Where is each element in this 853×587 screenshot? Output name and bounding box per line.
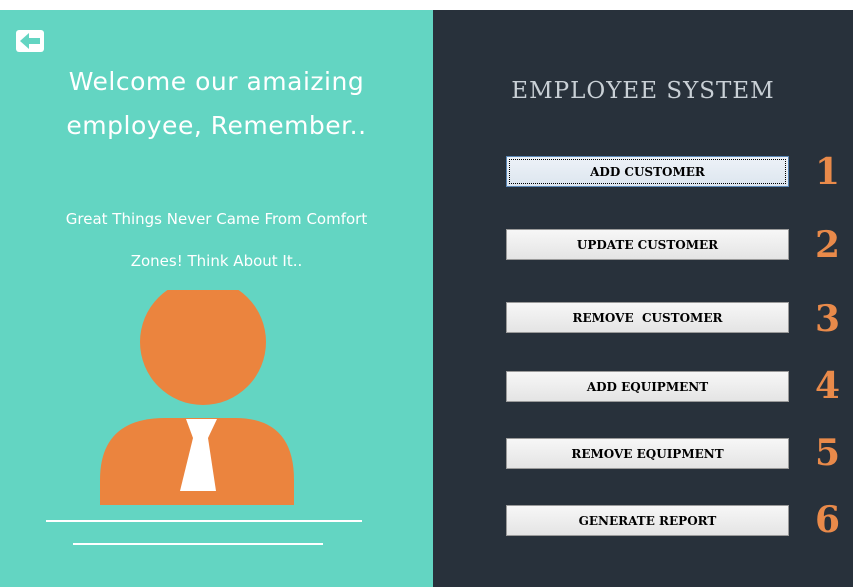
- employee-avatar-icon: [100, 290, 294, 505]
- divider-line-1: [46, 520, 362, 522]
- step-number-4: 4: [815, 365, 841, 407]
- add-customer-button[interactable]: ADD CUSTOMER: [506, 156, 789, 187]
- motivational-quote: Great Things Never Came From Comfort Zon…: [0, 198, 433, 282]
- system-title: EMPLOYEE SYSTEM: [511, 78, 775, 104]
- back-arrow-icon: [16, 30, 44, 52]
- generate-report-button[interactable]: GENERATE REPORT: [506, 505, 789, 536]
- update-customer-button[interactable]: UPDATE CUSTOMER: [506, 229, 789, 260]
- quote-line-2: Zones! Think About It..: [130, 252, 303, 270]
- welcome-line-2: employee, Remember..: [66, 111, 367, 140]
- step-number-2: 2: [815, 224, 841, 266]
- add-equipment-button[interactable]: ADD EQUIPMENT: [506, 371, 789, 402]
- step-number-6: 6: [815, 499, 841, 541]
- welcome-line-1: Welcome our amaizing: [68, 67, 365, 96]
- welcome-heading: Welcome our amaizing employee, Remember.…: [0, 60, 433, 148]
- divider-line-2: [73, 543, 323, 545]
- remove-customer-button[interactable]: REMOVE CUSTOMER: [506, 302, 789, 333]
- step-number-5: 5: [815, 432, 841, 474]
- step-number-3: 3: [815, 298, 841, 340]
- remove-equipment-button[interactable]: REMOVE EQUIPMENT: [506, 438, 789, 469]
- welcome-panel: Welcome our amaizing employee, Remember.…: [0, 10, 433, 587]
- back-button[interactable]: [16, 30, 44, 52]
- step-number-1: 1: [815, 151, 841, 193]
- menu-panel: EMPLOYEE SYSTEM ADD CUSTOMER 1 UPDATE CU…: [433, 10, 853, 587]
- quote-line-1: Great Things Never Came From Comfort: [65, 210, 368, 228]
